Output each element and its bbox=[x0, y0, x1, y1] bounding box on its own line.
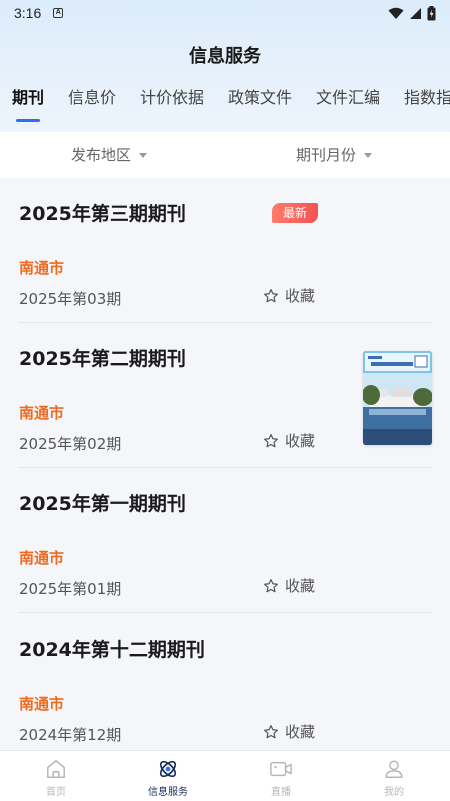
nav-profile-label: 我的 bbox=[384, 787, 404, 798]
favorite-label: 收藏 bbox=[285, 723, 316, 741]
notification-icon: A bbox=[53, 8, 64, 18]
list-item[interactable]: 2025年第一期期刊 南通市 2025年第01期 收藏 bbox=[0, 468, 450, 613]
tab-info-price[interactable]: 信息价 bbox=[68, 86, 116, 126]
bottom-navigation: 首页 信息服务 直播 我的 bbox=[0, 750, 450, 801]
filter-bar: 发布地区 期刊月份 bbox=[0, 132, 450, 178]
month-filter[interactable]: 期刊月份 bbox=[296, 132, 373, 178]
list-item[interactable]: 2025年第二期期刊 南通市 2025年第02期 收藏 bbox=[0, 323, 450, 468]
journal-issue: 2025年第01期 bbox=[19, 580, 122, 598]
divider bbox=[18, 612, 432, 613]
favorite-label: 收藏 bbox=[285, 432, 316, 450]
favorite-label: 收藏 bbox=[285, 287, 316, 305]
journal-title: 2025年第二期期刊 bbox=[19, 348, 186, 370]
active-tab-indicator bbox=[16, 119, 40, 122]
nav-live[interactable]: 直播 bbox=[225, 751, 337, 801]
journal-cover-image[interactable] bbox=[363, 351, 432, 445]
journal-issue: 2025年第02期 bbox=[19, 435, 122, 453]
status-bar: 3:16 A bbox=[0, 0, 450, 26]
profile-icon bbox=[385, 760, 403, 778]
favorite-button[interactable]: 收藏 bbox=[263, 285, 315, 306]
nav-live-label: 直播 bbox=[271, 787, 291, 798]
journal-title: 2025年第一期期刊 bbox=[19, 493, 186, 515]
nav-home[interactable]: 首页 bbox=[0, 751, 112, 801]
star-icon bbox=[264, 433, 278, 447]
region-filter[interactable]: 发布地区 bbox=[71, 132, 148, 178]
journal-list: 2025年第三期期刊 最新 南通市 2025年第03期 收藏 2025年第二期期… bbox=[0, 178, 450, 750]
category-tabs: 期刊 信息价 计价依据 政策文件 文件汇编 指数指 bbox=[0, 86, 450, 126]
tab-index[interactable]: 指数指 bbox=[404, 86, 450, 126]
nav-home-label: 首页 bbox=[46, 787, 66, 798]
tab-file-compilation[interactable]: 文件汇编 bbox=[316, 86, 380, 126]
favorite-button[interactable]: 收藏 bbox=[263, 575, 315, 596]
journal-issue: 2024年第12期 bbox=[19, 726, 122, 744]
nav-profile[interactable]: 我的 bbox=[338, 751, 450, 801]
month-filter-label: 期刊月份 bbox=[296, 146, 357, 164]
list-item[interactable]: 2024年第十二期期刊 南通市 2024年第12期 收藏 bbox=[0, 614, 450, 750]
status-indicators bbox=[388, 5, 436, 21]
caret-down-icon bbox=[364, 152, 373, 158]
battery-icon bbox=[427, 5, 436, 20]
new-badge: 最新 bbox=[272, 203, 318, 223]
journal-city: 南通市 bbox=[19, 695, 65, 713]
info-service-icon bbox=[159, 760, 177, 778]
journal-city: 南通市 bbox=[19, 404, 65, 422]
status-time: 3:16 bbox=[14, 5, 42, 21]
favorite-button[interactable]: 收藏 bbox=[263, 430, 315, 451]
star-icon bbox=[264, 578, 278, 592]
journal-city: 南通市 bbox=[19, 549, 65, 567]
journal-issue: 2025年第03期 bbox=[19, 290, 122, 308]
journal-title: 2024年第十二期期刊 bbox=[19, 639, 205, 661]
region-filter-label: 发布地区 bbox=[71, 146, 132, 164]
live-video-icon bbox=[270, 761, 292, 777]
page-title: 信息服务 bbox=[189, 46, 261, 67]
favorite-label: 收藏 bbox=[285, 577, 316, 595]
wifi-icon bbox=[388, 7, 404, 19]
favorite-button[interactable]: 收藏 bbox=[263, 721, 315, 742]
journal-city: 南通市 bbox=[19, 259, 65, 277]
nav-info-service-label: 信息服务 bbox=[148, 787, 188, 798]
journal-title: 2025年第三期期刊 bbox=[19, 203, 186, 225]
home-icon bbox=[47, 760, 65, 778]
star-icon bbox=[264, 288, 278, 302]
nav-info-service[interactable]: 信息服务 bbox=[112, 751, 224, 801]
star-icon bbox=[264, 724, 278, 738]
signal-icon bbox=[410, 7, 421, 19]
tab-pricing-basis[interactable]: 计价依据 bbox=[140, 86, 204, 126]
caret-down-icon bbox=[139, 152, 148, 158]
tab-policy-files[interactable]: 政策文件 bbox=[228, 86, 292, 126]
list-item[interactable]: 2025年第三期期刊 最新 南通市 2025年第03期 收藏 bbox=[0, 178, 450, 323]
